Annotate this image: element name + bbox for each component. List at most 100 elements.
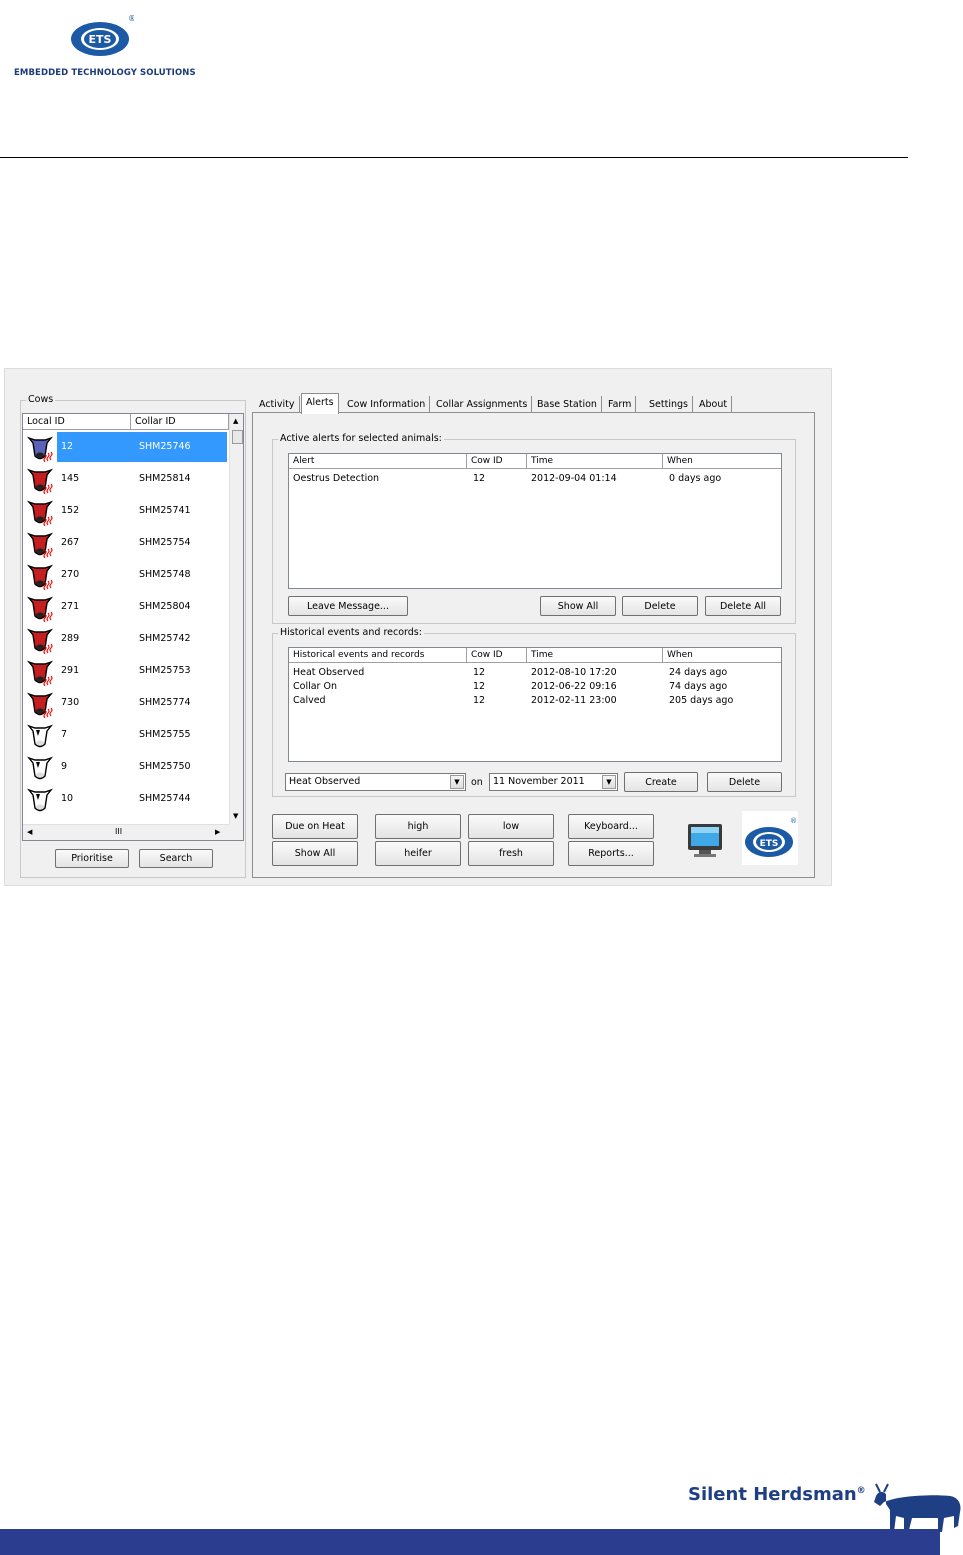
history-col-cow-id[interactable]: Cow ID bbox=[467, 648, 527, 663]
local-id-cell: 291 bbox=[61, 665, 80, 676]
reports-button[interactable]: Reports... bbox=[568, 841, 654, 866]
red-cow-heat-icon bbox=[25, 688, 55, 721]
red-cow-heat-icon bbox=[25, 560, 55, 593]
prioritise-button[interactable]: Prioritise bbox=[55, 849, 129, 868]
history-col-when[interactable]: When bbox=[663, 648, 781, 663]
red-cow-heat-icon bbox=[25, 656, 55, 689]
cow-list[interactable]: Local ID Collar ID 12 SHM25746 145 SHM25814… bbox=[22, 413, 244, 841]
history-col-time[interactable]: Time bbox=[527, 648, 663, 663]
tab-cow-information[interactable]: Cow Information bbox=[343, 396, 431, 413]
collar-id-cell: SHM25774 bbox=[139, 697, 191, 708]
list-item[interactable]: 9 SHM25750 bbox=[25, 751, 227, 783]
history-row-1-cell[interactable]: Collar On bbox=[293, 681, 337, 692]
leave-message-button[interactable]: Leave Message... bbox=[288, 596, 408, 616]
event-type-value: Heat Observed bbox=[289, 776, 361, 787]
local-id-cell: 267 bbox=[61, 537, 80, 548]
list-item[interactable]: 289 SHM25742 bbox=[25, 623, 227, 655]
local-id-cell: 145 bbox=[61, 473, 80, 484]
horizontal-scrollbar[interactable]: ◀ III ▶ bbox=[23, 824, 229, 840]
filter-high-button[interactable]: high bbox=[375, 814, 461, 839]
collar-id-cell: SHM25755 bbox=[139, 729, 191, 740]
list-item[interactable]: 152 SHM25741 bbox=[25, 495, 227, 527]
history-table[interactable]: Historical events and records Cow ID Tim… bbox=[288, 647, 782, 762]
red-cow-heat-icon bbox=[25, 464, 55, 497]
svg-text:®: ® bbox=[790, 817, 797, 825]
list-item[interactable]: 145 SHM25814 bbox=[25, 463, 227, 495]
alerts-delete-button[interactable]: Delete bbox=[622, 596, 698, 616]
list-item[interactable]: 271 SHM25804 bbox=[25, 591, 227, 623]
scroll-thumb[interactable] bbox=[232, 430, 243, 444]
history-row-2-cell: 12 bbox=[473, 695, 486, 706]
red-cow-heat-icon bbox=[25, 528, 55, 561]
alerts-delete-all-button[interactable]: Delete All bbox=[705, 596, 781, 616]
history-row-2-cell[interactable]: Calved bbox=[293, 695, 326, 706]
tab-activity[interactable]: Activity bbox=[255, 396, 300, 413]
collar-id-cell: SHM25746 bbox=[139, 441, 191, 452]
history-delete-button[interactable]: Delete bbox=[707, 772, 782, 792]
event-type-select[interactable]: Heat Observed ▼ bbox=[285, 773, 466, 791]
due-on-heat-button[interactable]: Due on Heat bbox=[272, 814, 358, 839]
history-row-0-cell: 24 days ago bbox=[669, 667, 728, 678]
alerts-table[interactable]: Alert Cow ID Time When Oestrus Detection… bbox=[288, 453, 782, 589]
filter-low-button[interactable]: low bbox=[468, 814, 554, 839]
local-id-cell: 9 bbox=[61, 761, 68, 772]
keyboard-button[interactable]: Keyboard... bbox=[568, 814, 654, 839]
alerts-row-0-cell: 12 bbox=[473, 473, 486, 484]
list-item[interactable]: 267 SHM25754 bbox=[25, 527, 227, 559]
filter-fresh-button[interactable]: fresh bbox=[468, 841, 554, 866]
scroll-grip[interactable]: III bbox=[115, 827, 122, 836]
history-row-0-cell[interactable]: Heat Observed bbox=[293, 667, 364, 678]
alerts-col-time[interactable]: Time bbox=[527, 454, 663, 469]
local-id-cell: 289 bbox=[61, 633, 80, 644]
list-item[interactable]: 291 SHM25753 bbox=[25, 655, 227, 687]
tab-alerts[interactable]: Alerts bbox=[301, 393, 339, 414]
tab-collar-assignments[interactable]: Collar Assignments bbox=[432, 396, 533, 413]
white-cow-icon bbox=[25, 784, 55, 817]
scroll-left-icon[interactable]: ◀ bbox=[27, 828, 32, 836]
search-button[interactable]: Search bbox=[139, 849, 213, 868]
tab-about[interactable]: About bbox=[695, 396, 733, 413]
list-item[interactable]: 730 SHM25774 bbox=[25, 687, 227, 719]
red-cow-heat-icon bbox=[25, 624, 55, 657]
list-item[interactable]: 270 SHM25748 bbox=[25, 559, 227, 591]
ets-logo: ETS ® bbox=[70, 12, 136, 58]
history-row-2-cell: 2012-02-11 23:00 bbox=[531, 695, 617, 706]
monitor-icon[interactable] bbox=[686, 822, 724, 858]
alerts-show-all-button[interactable]: Show All bbox=[540, 596, 616, 616]
tab-farm[interactable]: Farm bbox=[604, 396, 637, 413]
filter-show-all-button[interactable]: Show All bbox=[272, 841, 358, 866]
active-alerts-title: Active alerts for selected animals: bbox=[278, 433, 444, 444]
red-cow-heat-icon bbox=[25, 592, 55, 625]
chevron-down-icon[interactable]: ▼ bbox=[450, 775, 464, 789]
list-item[interactable]: 12 SHM25746 bbox=[25, 431, 227, 463]
scroll-up-icon[interactable]: ▲ bbox=[233, 417, 238, 425]
local-id-cell: 152 bbox=[61, 505, 80, 516]
tab-settings[interactable]: Settings bbox=[645, 396, 693, 413]
alerts-col-alert[interactable]: Alert bbox=[289, 454, 467, 469]
collar-id-cell: SHM25742 bbox=[139, 633, 191, 644]
date-picker[interactable]: 11 November 2011 ▼ bbox=[489, 773, 618, 791]
collar-id-cell: SHM25814 bbox=[139, 473, 191, 484]
scroll-right-icon[interactable]: ▶ bbox=[215, 828, 220, 836]
history-title: Historical events and records: bbox=[278, 627, 424, 638]
alerts-col-cow-id[interactable]: Cow ID bbox=[467, 454, 527, 469]
calendar-dropdown-icon[interactable]: ▼ bbox=[602, 775, 616, 789]
alerts-col-when[interactable]: When bbox=[663, 454, 781, 469]
history-row-1-cell: 12 bbox=[473, 681, 486, 692]
column-header-local-id[interactable]: Local ID bbox=[23, 414, 131, 430]
header-divider bbox=[0, 157, 908, 158]
scroll-down-icon[interactable]: ▼ bbox=[233, 812, 238, 820]
alerts-row-0-cell: 2012-09-04 01:14 bbox=[531, 473, 617, 484]
column-header-collar-id[interactable]: Collar ID bbox=[131, 414, 229, 430]
alerts-row-0-cell[interactable]: Oestrus Detection bbox=[293, 473, 379, 484]
history-row-2-cell: 205 days ago bbox=[669, 695, 734, 706]
footer-bar bbox=[0, 1529, 940, 1555]
tab-base-station[interactable]: Base Station bbox=[533, 396, 602, 413]
vertical-scrollbar[interactable]: ▲ ▼ bbox=[229, 414, 243, 824]
list-item[interactable]: 7 SHM25755 bbox=[25, 719, 227, 751]
filter-heifer-button[interactable]: heifer bbox=[375, 841, 461, 866]
on-label: on bbox=[471, 777, 483, 788]
history-col-event[interactable]: Historical events and records bbox=[289, 648, 467, 663]
list-item[interactable]: 10 SHM25744 bbox=[25, 783, 227, 815]
create-button[interactable]: Create bbox=[624, 772, 698, 792]
